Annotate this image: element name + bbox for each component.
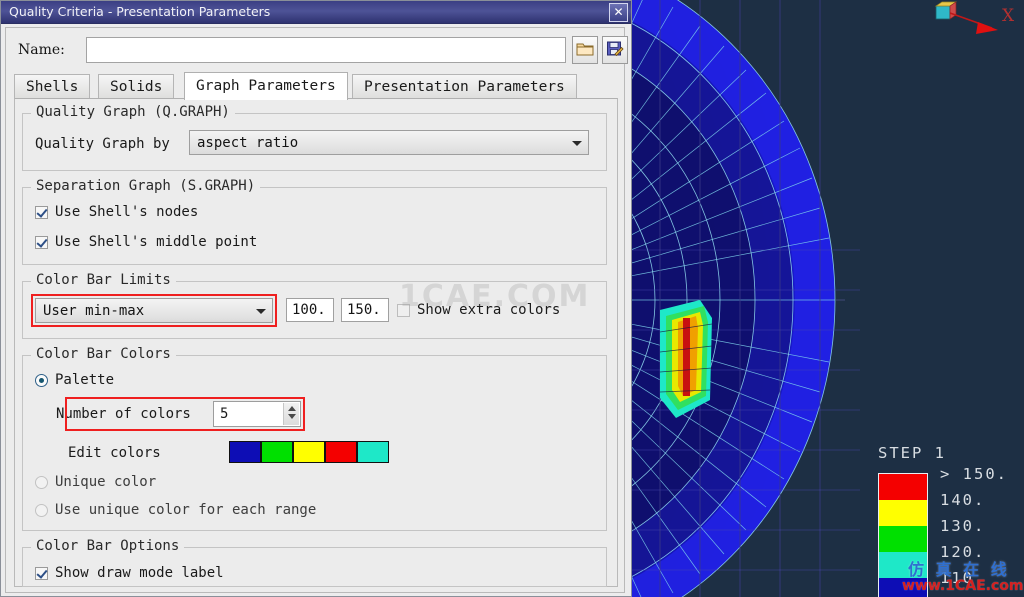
separation-graph-group: Separation Graph (S.GRAPH) Use Shell's n… — [22, 178, 607, 265]
edit-colors-label: Edit colors — [68, 445, 161, 461]
color-bar-options-group: Color Bar Options Show draw mode label — [22, 538, 607, 587]
max-value-input[interactable]: 150. — [341, 298, 389, 322]
color-bar-limits-group: Color Bar Limits User min-max 100. 150. … — [22, 272, 607, 339]
palette-radio[interactable] — [35, 374, 48, 387]
palette-swatches[interactable] — [229, 441, 389, 463]
close-button[interactable]: ✕ — [609, 3, 628, 22]
palette-label: Palette — [55, 372, 115, 388]
tab-presentation-parameters[interactable]: Presentation Parameters — [352, 74, 577, 99]
chevron-down-icon — [572, 140, 582, 146]
save-edit-icon[interactable] — [602, 36, 628, 64]
unique-color-radio[interactable] — [35, 476, 48, 489]
unique-color-per-range-label: Use unique color for each range — [55, 502, 317, 518]
color-bar-options-group-title: Color Bar Options — [31, 538, 185, 554]
legend-swatch — [879, 500, 927, 526]
chevron-down-icon — [256, 308, 266, 314]
spinner-up-icon — [287, 406, 296, 411]
show-extra-colors-checkbox[interactable] — [397, 304, 410, 317]
name-input[interactable] — [86, 37, 566, 63]
hotspot-patch — [659, 300, 713, 418]
name-label: Name: — [18, 42, 65, 58]
folder-open-icon[interactable] — [572, 36, 598, 64]
color-bar-colors-group-title: Color Bar Colors — [31, 346, 176, 362]
color-bar-limits-mode-combo[interactable]: User min-max — [35, 298, 273, 323]
min-value-input[interactable]: 100. — [286, 298, 334, 322]
show-draw-mode-label-checkbox[interactable] — [35, 567, 48, 580]
color-bar-limits-mode-value: User min-max — [43, 302, 145, 319]
dialog-title: Quality Criteria - Presentation Paramete… — [9, 4, 271, 19]
dialog-titlebar[interactable]: Quality Criteria - Presentation Paramete… — [1, 1, 631, 24]
tab-shells[interactable]: Shells — [14, 74, 91, 99]
quality-graph-by-label: Quality Graph by — [35, 136, 170, 152]
color-bar-colors-group: Color Bar Colors Palette Number of color… — [22, 346, 607, 531]
legend-label: 140. — [940, 491, 986, 509]
number-of-colors-spinner[interactable]: 5 — [213, 401, 301, 427]
dialog-body: Name: Shells Solids Graph Parameters Pre… — [5, 27, 628, 593]
unique-color-per-range-radio[interactable] — [35, 504, 48, 517]
name-row: Name: — [14, 36, 628, 66]
axis-x-label: X — [1002, 6, 1015, 26]
use-shells-nodes-label: Use Shell's nodes — [55, 204, 199, 220]
number-of-colors-value: 5 — [220, 406, 229, 422]
legend-swatch — [879, 526, 927, 552]
use-shells-nodes-checkbox[interactable] — [35, 206, 48, 219]
color-bar-limits-group-title: Color Bar Limits — [31, 272, 176, 288]
watermark-url: www.1CAE.com — [902, 578, 1024, 594]
watermark-chinese: 仿 真 在 线 — [908, 560, 1010, 579]
palette-swatch-3[interactable] — [293, 441, 325, 463]
tab-strip[interactable]: Shells Solids Graph Parameters Presentat… — [14, 72, 618, 100]
legend-label: > 150. — [940, 465, 1008, 483]
palette-swatch-1[interactable] — [229, 441, 261, 463]
use-shells-middle-point-checkbox[interactable] — [35, 236, 48, 249]
legend-swatch — [879, 474, 927, 500]
number-of-colors-label: Number of colors — [56, 406, 191, 422]
quality-graph-by-combo[interactable]: aspect ratio — [189, 130, 589, 155]
spinner-buttons[interactable] — [283, 403, 299, 425]
spinner-down-icon — [287, 414, 296, 419]
show-extra-colors-label: Show extra colors — [417, 302, 561, 318]
quality-graph-by-value: aspect ratio — [197, 134, 299, 151]
quality-criteria-dialog[interactable]: Quality Criteria - Presentation Paramete… — [0, 0, 632, 597]
unique-color-label: Unique color — [55, 474, 157, 490]
tab-solids[interactable]: Solids — [98, 74, 175, 99]
palette-swatch-5[interactable] — [357, 441, 389, 463]
separation-graph-group-title: Separation Graph (S.GRAPH) — [31, 178, 261, 194]
quality-graph-group-title: Quality Graph (Q.GRAPH) — [31, 104, 235, 120]
quality-graph-group: Quality Graph (Q.GRAPH) Quality Graph by… — [22, 104, 607, 171]
use-shells-middle-point-label: Use Shell's middle point — [55, 234, 258, 250]
legend-label: 130. — [940, 517, 986, 535]
graph-parameters-panel: Quality Graph (Q.GRAPH) Quality Graph by… — [14, 98, 618, 587]
palette-swatch-4[interactable] — [325, 441, 357, 463]
legend-step-text: STEP 1 — [878, 444, 946, 462]
tab-graph-parameters[interactable]: Graph Parameters — [184, 72, 348, 100]
show-draw-mode-label-text: Show draw mode label — [55, 565, 224, 581]
palette-swatch-2[interactable] — [261, 441, 293, 463]
